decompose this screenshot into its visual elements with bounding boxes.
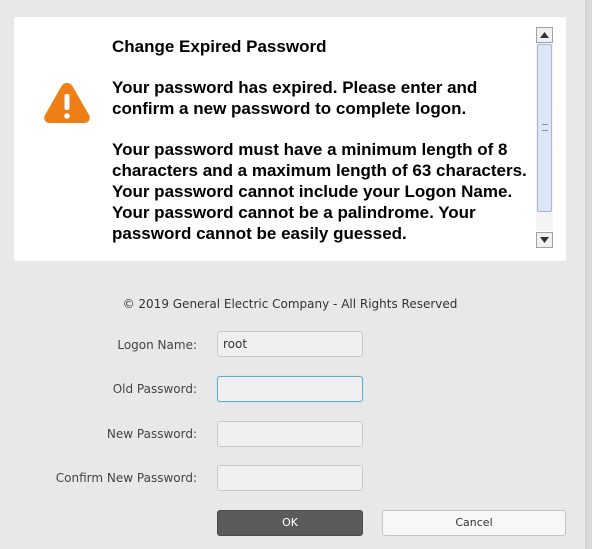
scroll-thumb[interactable]: [537, 44, 552, 212]
window-edge: [585, 0, 592, 549]
message-scrollbar[interactable]: [536, 27, 553, 248]
new-password-field[interactable]: [217, 421, 363, 447]
message-paragraph-expired: Your password has expired. Please enter …: [112, 78, 478, 118]
message-text-area: Change Expired Password Your password ha…: [112, 36, 530, 258]
logon-name-field[interactable]: root: [217, 331, 363, 357]
scroll-down-button[interactable]: [536, 232, 553, 248]
old-password-label: Old Password:: [112, 382, 197, 396]
warning-icon: [44, 83, 90, 123]
arrow-down-icon: [540, 237, 549, 243]
cancel-button[interactable]: Cancel: [382, 510, 566, 536]
confirm-password-field[interactable]: [217, 465, 363, 491]
old-password-field[interactable]: [217, 376, 363, 402]
new-password-label: New Password:: [106, 427, 197, 441]
message-title: Change Expired Password: [112, 37, 327, 56]
copyright-text: © 2019 General Electric Company - All Ri…: [122, 297, 458, 311]
logon-name-label: Logon Name:: [117, 338, 197, 352]
arrow-up-icon: [540, 32, 549, 38]
message-paragraph-requirements: Your password must have a minimum length…: [112, 140, 527, 243]
message-panel: Change Expired Password Your password ha…: [14, 17, 566, 261]
scroll-up-button[interactable]: [536, 27, 553, 43]
confirm-password-label: Confirm New Password:: [55, 471, 197, 485]
scroll-grip-icon: [542, 124, 548, 131]
ok-button[interactable]: OK: [217, 510, 363, 536]
